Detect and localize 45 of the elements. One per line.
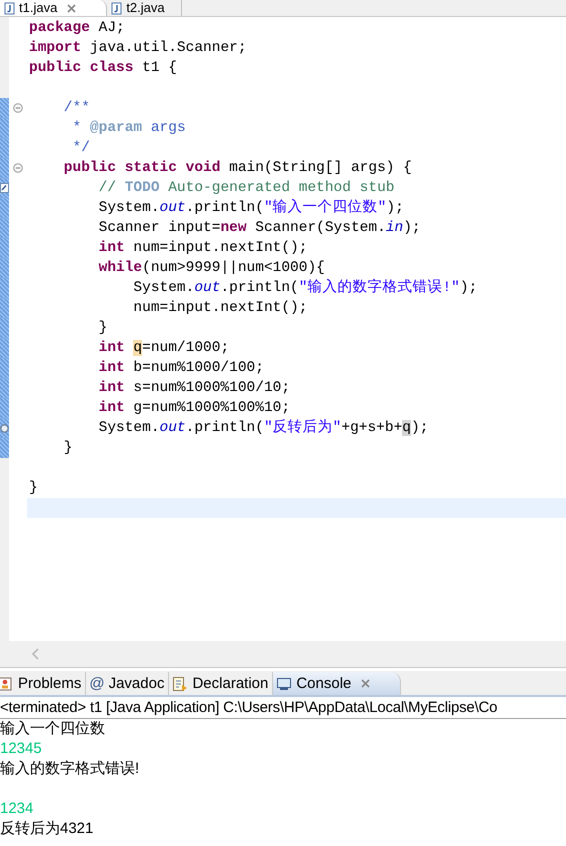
console-header-text: <terminated> t1 [Java Application] C:\Users\HP\AppData\Local\MyEclipse\Co — [0, 697, 566, 719]
code-line: */ — [72, 139, 90, 158]
code-line: while(num>9999||num<1000){ — [98, 259, 325, 278]
input-text: 1234 — [0, 799, 34, 819]
code-line: int g=num%1000%100%10; — [98, 399, 290, 418]
output-text: 反转后为4321 — [0, 819, 94, 839]
java-file-icon — [111, 2, 122, 14]
code-line: } — [62, 439, 73, 458]
output-text: 输入的数字格式错误! — [0, 759, 140, 779]
output-text: 输入一个四位数 — [0, 719, 106, 739]
code-line: int num=input.nextInt(); — [98, 239, 308, 258]
code-line: package AJ; — [29, 19, 125, 38]
input-text: 12345 — [0, 739, 43, 759]
collapse-icon[interactable] — [13, 163, 23, 173]
collapse-icon[interactable] — [13, 103, 23, 113]
monitor-icon — [276, 676, 292, 692]
code-line: System.out.println("反转后为"+g+s+b+q); — [98, 418, 428, 438]
code-line: num=input.nextInt(); — [132, 299, 308, 318]
task-icon — [0, 183, 9, 193]
file-tab[interactable]: t2.java — [107, 0, 182, 16]
code-line: System.out.println("输入的数字格式错误!"); — [132, 278, 478, 298]
code-line: int s=num%1000%100/10; — [98, 379, 290, 398]
code-line: } — [29, 479, 38, 498]
ring-icon — [0, 424, 9, 432]
code-line: import java.util.Scanner; — [29, 39, 247, 58]
view-tab[interactable]: Problems — [0, 672, 86, 695]
at-sign-icon: @ — [89, 675, 105, 692]
close-icon[interactable] — [67, 4, 76, 12]
warning-list-icon — [0, 676, 14, 692]
code-line: // TODO Auto-generated method stub — [98, 179, 394, 198]
code-line: /** — [62, 99, 90, 118]
java-file-icon — [4, 2, 15, 14]
view-tab[interactable]: Console — [273, 672, 402, 695]
code-line: Scanner input=new Scanner(System.in); — [98, 219, 421, 238]
close-icon[interactable] — [361, 679, 370, 688]
code-line: * @param args — [72, 119, 186, 138]
code-line: public static void main(String[] args) { — [62, 159, 412, 178]
code-line: System.out.println("输入一个四位数"); — [98, 198, 404, 218]
code-line: int q=num/1000; — [98, 339, 230, 358]
view-tab[interactable]: @ Javadoc — [86, 672, 170, 695]
code-line: public class t1 { — [29, 59, 177, 78]
file-tab[interactable]: t1.java — [0, 0, 108, 16]
code-line: } — [98, 319, 108, 338]
document-arrow-icon — [172, 676, 188, 692]
code-line: int b=num%1000/100; — [98, 359, 264, 378]
